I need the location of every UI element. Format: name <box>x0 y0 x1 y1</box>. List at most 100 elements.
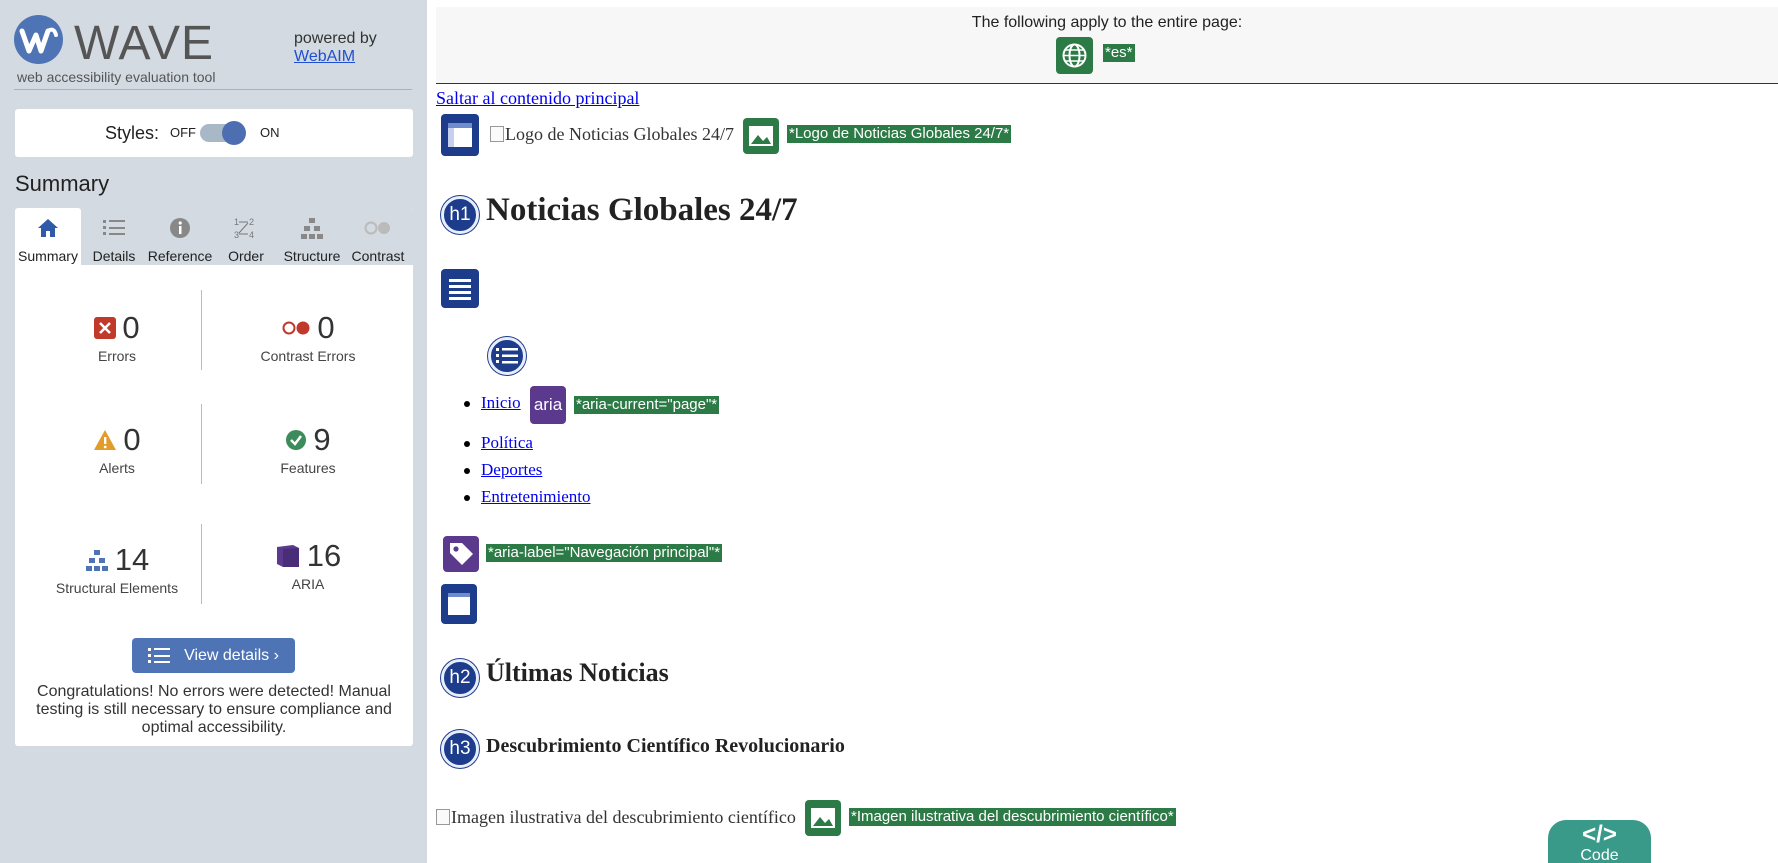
congrats-message: Congratulations! No errors were detected… <box>36 683 392 736</box>
page-h3: Descubrimiento Científico Revolucionario <box>486 735 845 757</box>
alert-icon <box>94 430 117 450</box>
feature-check-icon <box>286 430 307 450</box>
aria-label: ARIA <box>291 576 325 592</box>
wave-header: WAVE web accessibility evaluation tool p… <box>14 12 412 90</box>
wave-logo-icon <box>14 15 63 64</box>
bullet <box>464 441 470 447</box>
tab-reference[interactable]: Reference <box>147 208 213 265</box>
contrast-error-icon <box>282 321 310 335</box>
svg-text:3: 3 <box>234 230 239 240</box>
logo-alt-tag: *Logo de Noticias Globales 24/7* <box>787 125 1012 143</box>
divider <box>201 404 202 484</box>
tab-details-label: Details <box>92 248 136 264</box>
article-image-alt-tag: *Imagen ilustrativa del descubrimiento c… <box>849 808 1176 826</box>
banner-text: The following apply to the entire page: <box>971 14 1243 31</box>
nav-link-politica[interactable]: Política <box>481 433 533 452</box>
svg-text:1: 1 <box>234 217 239 227</box>
h3-badge-text: h3 <box>449 738 471 759</box>
features-label: Features <box>280 460 336 476</box>
tab-structure[interactable]: Structure <box>279 208 345 265</box>
bullet <box>464 401 470 407</box>
nav-item-deportes: Deportes <box>464 460 542 480</box>
nav-item-entretenimiento: Entretenimiento <box>464 487 591 507</box>
nav-link-inicio[interactable]: Inicio <box>481 393 521 412</box>
h2-badge-text: h2 <box>449 667 471 688</box>
unordered-list-icon[interactable] <box>488 337 526 375</box>
structural-count: 14 <box>114 542 150 577</box>
list-icon <box>81 216 147 240</box>
structure-icon <box>279 216 345 240</box>
nav-link-deportes[interactable]: Deportes <box>481 460 542 479</box>
language-icon[interactable] <box>1056 37 1093 74</box>
skip-link[interactable]: Saltar al contenido principal <box>436 88 639 109</box>
broken-image-icon <box>490 126 504 142</box>
alerts-label: Alerts <box>99 460 135 476</box>
tab-details[interactable]: Details <box>81 208 147 265</box>
code-label: Code <box>1580 847 1619 863</box>
svg-text:4: 4 <box>249 230 254 240</box>
webaim-link[interactable]: WebAIM <box>294 48 355 65</box>
wave-logo-text: WAVE <box>74 17 215 70</box>
wave-sidebar: WAVE web accessibility evaluation tool p… <box>0 0 427 863</box>
image-alt-icon[interactable] <box>743 118 779 154</box>
list-icon <box>148 647 171 663</box>
aria-current-tag: *aria-current="page"* <box>574 396 720 414</box>
aria-label-icon[interactable] <box>443 536 479 572</box>
h1-badge-text: h1 <box>449 204 471 225</box>
stat-features[interactable]: 9 Features <box>218 422 398 476</box>
aria-icon <box>276 545 299 567</box>
tab-order[interactable]: 1234 Order <box>213 208 279 265</box>
view-details-label: View details › <box>184 646 279 664</box>
nav-link-entretenimiento[interactable]: Entretenimiento <box>481 487 591 506</box>
alerts-count: 0 <box>123 422 141 457</box>
toggle-knob[interactable] <box>222 121 246 145</box>
aria-count: 16 <box>306 538 342 573</box>
powered-by-label: powered by <box>294 30 377 47</box>
tab-summary[interactable]: Summary <box>15 208 81 265</box>
stat-contrast-errors[interactable]: 0 Contrast Errors <box>218 310 398 364</box>
tab-contrast[interactable]: Contrast <box>345 208 411 265</box>
styles-off-label: OFF <box>170 125 196 140</box>
main-landmark-icon[interactable] <box>441 584 477 624</box>
tab-order-label: Order <box>228 248 264 264</box>
h3-icon[interactable]: h3 <box>441 730 479 768</box>
tab-structure-label: Structure <box>283 248 341 264</box>
divider <box>201 524 202 604</box>
h1-icon[interactable]: h1 <box>441 196 479 234</box>
styles-label: Styles: <box>105 123 160 143</box>
stat-structural[interactable]: 14 Structural Elements <box>27 542 207 596</box>
lang-tag: *es* <box>1103 44 1135 62</box>
contrast-errors-count: 0 <box>317 310 335 345</box>
structural-label: Structural Elements <box>55 580 179 596</box>
logo-alt-text: Logo de Noticias Globales 24/7 <box>505 124 734 144</box>
aria-attribute-icon[interactable]: aria <box>530 386 566 424</box>
tab-contrast-label: Contrast <box>351 248 405 264</box>
powered-by: powered by WebAIM <box>294 30 377 66</box>
tab-bar: Summary Details Reference 1234 Order Str… <box>15 208 413 265</box>
h2-icon[interactable]: h2 <box>441 659 479 697</box>
divider <box>201 290 202 370</box>
stat-errors[interactable]: 0 Errors <box>27 310 207 364</box>
home-icon <box>15 216 81 240</box>
styles-toggle[interactable] <box>200 121 246 145</box>
image-alt-icon[interactable] <box>805 800 841 836</box>
bullet <box>464 495 470 501</box>
logo-image: Logo de Noticias Globales 24/7 <box>490 124 734 145</box>
contrast-icon <box>345 216 411 240</box>
summary-panel: Summary Details Reference 1234 Order Str… <box>15 208 413 746</box>
navigation-landmark-icon[interactable] <box>441 269 479 308</box>
styles-toggle-box: Styles: OFF ON <box>15 109 413 157</box>
view-details-button[interactable]: View details › <box>132 638 295 673</box>
styles-on-label: ON <box>260 125 280 140</box>
article-image-alt-text: Imagen ilustrativa del descubrimiento ci… <box>451 807 796 827</box>
article-image: Imagen ilustrativa del descubrimiento ci… <box>436 807 796 828</box>
info-icon <box>147 216 213 240</box>
structure-icon <box>85 550 108 571</box>
summary-heading: Summary <box>15 171 110 196</box>
code-toggle-button[interactable]: </> Code <box>1548 820 1651 863</box>
page-level-banner: The following apply to the entire page: … <box>436 7 1778 84</box>
stat-aria[interactable]: 16 ARIA <box>218 538 398 592</box>
header-landmark-icon[interactable] <box>441 114 479 156</box>
stat-alerts[interactable]: 0 Alerts <box>27 422 207 476</box>
page-preview: The following apply to the entire page: … <box>427 0 1778 863</box>
